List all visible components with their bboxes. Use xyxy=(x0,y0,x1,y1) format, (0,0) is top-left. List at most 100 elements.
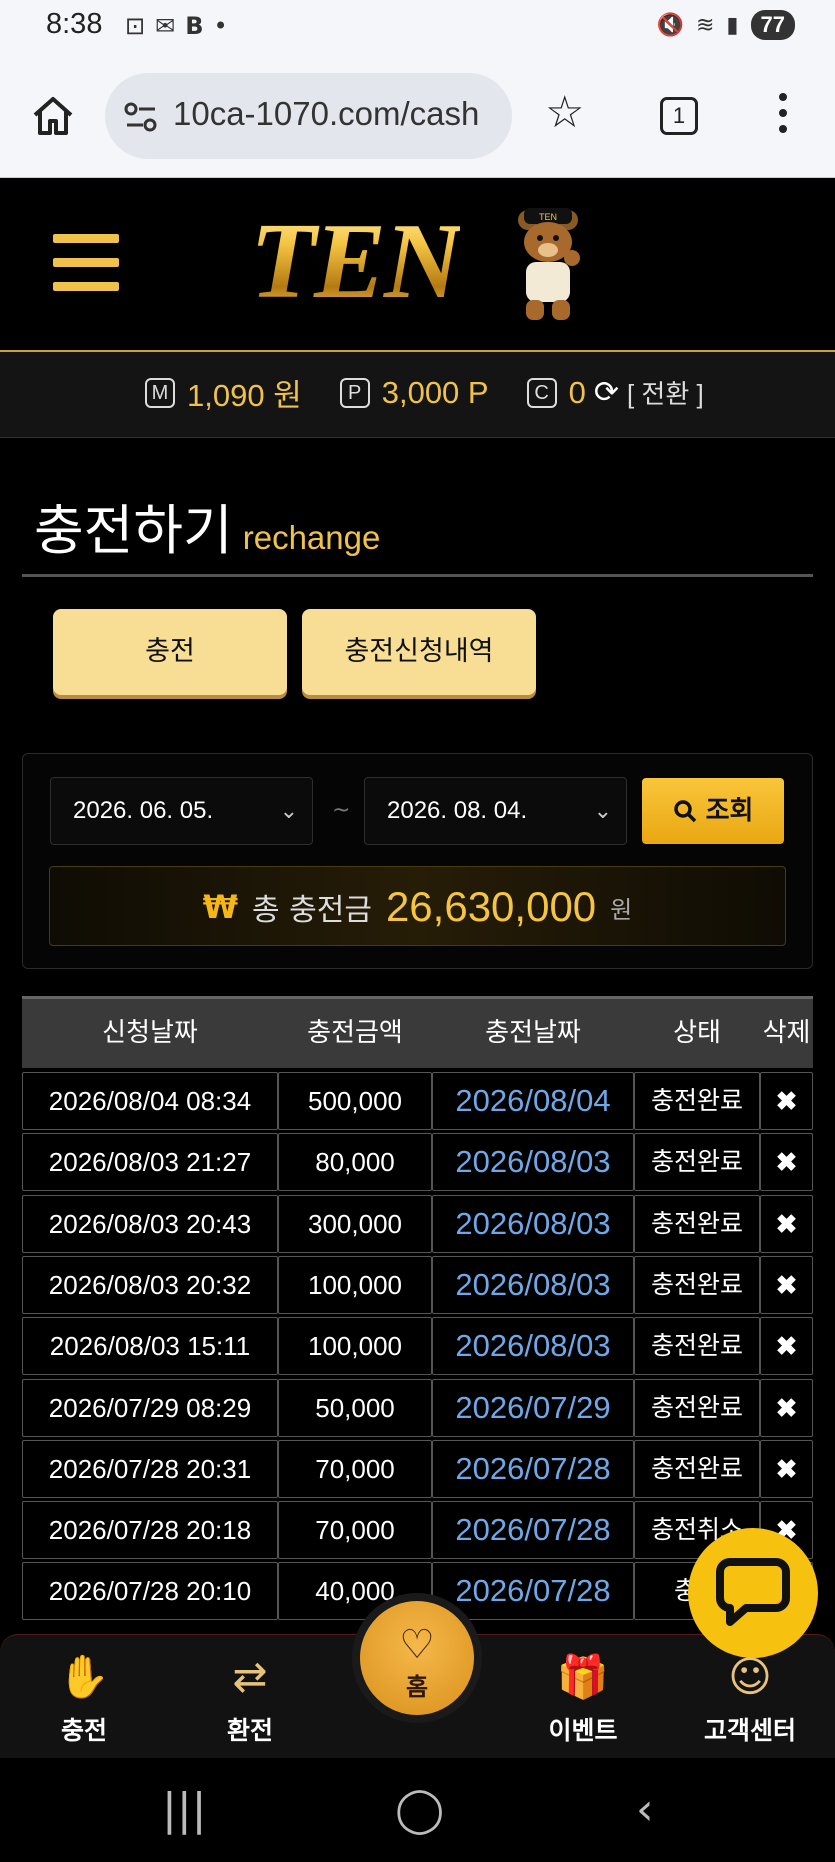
table-row: 2026/07/29 08:29 50,000 2026/07/29 충전완료 ✖ xyxy=(22,1378,813,1440)
header-status: 상태 xyxy=(673,1018,721,1048)
cell-amount: 70,000 xyxy=(278,1501,432,1560)
table-row: 2026/08/03 21:27 80,000 2026/08/03 충전완료 ✖ xyxy=(22,1133,813,1194)
coin-icon: C xyxy=(526,377,557,408)
cell-amount: 70,000 xyxy=(278,1439,432,1498)
search-button[interactable]: 조회 xyxy=(642,778,784,844)
cell-request-date: 2026/07/29 08:29 xyxy=(22,1378,278,1437)
cell-deposit-date[interactable]: 2026/07/29 xyxy=(432,1378,634,1437)
bear-cap-text: TEN xyxy=(539,212,557,222)
mail-icon: ✉ xyxy=(155,12,176,40)
tab-switcher-button[interactable]: 1 xyxy=(660,97,698,135)
title-divider xyxy=(22,574,813,577)
delete-icon[interactable]: ✖ xyxy=(760,1378,813,1437)
back-icon[interactable]: ‹ xyxy=(636,1784,654,1835)
cell-request-date: 2026/08/04 08:34 xyxy=(22,1072,278,1130)
table-row: 2026/08/03 20:32 100,000 2026/08/03 충전완료 ✖ xyxy=(22,1255,813,1317)
cell-request-date: 2026/08/03 15:11 xyxy=(22,1317,278,1376)
chat-support-button[interactable] xyxy=(688,1528,818,1658)
cell-status: 충전완료 xyxy=(634,1317,760,1376)
home-heart-icon: ♡ xyxy=(399,1622,435,1668)
cell-request-date: 2026/07/28 20:10 xyxy=(22,1562,278,1621)
nav-home-button[interactable]: ♡ 홈 xyxy=(352,1593,482,1723)
browser-menu-icon[interactable] xyxy=(770,93,796,139)
cell-deposit-date[interactable]: 2026/08/03 xyxy=(432,1255,634,1314)
nav-support[interactable]: ☺ 고객센터 xyxy=(690,1649,810,1747)
header-amount: 충전금액 xyxy=(307,1018,403,1048)
date-from-select[interactable]: 2026. 06. 05. ⌄ xyxy=(50,777,313,845)
chevron-down-icon: ⌄ xyxy=(279,798,298,823)
cell-amount: 80,000 xyxy=(278,1133,432,1192)
cell-amount: 50,000 xyxy=(278,1378,432,1437)
delete-icon[interactable]: ✖ xyxy=(760,1317,813,1376)
money-balance: 1,090 원 xyxy=(187,378,302,413)
cell-request-date: 2026/08/03 21:27 xyxy=(22,1133,278,1192)
hamburger-menu-icon[interactable] xyxy=(53,234,119,292)
browser-toolbar: 10ca-1070.com/cash ☆ 1 xyxy=(0,55,835,178)
cell-status: 충전완료 xyxy=(634,1439,760,1498)
cell-deposit-date[interactable]: 2026/08/04 xyxy=(432,1072,634,1130)
table-row: 2026/07/28 20:31 70,000 2026/07/28 충전완료 ✖ xyxy=(22,1439,813,1501)
cell-request-date: 2026/08/03 20:43 xyxy=(22,1194,278,1253)
table-row: 2026/08/04 08:34 500,000 2026/08/04 충전완료 ✖ xyxy=(22,1072,813,1133)
cell-status: 충전완료 xyxy=(634,1255,760,1314)
nav-deposit-label: 충전 xyxy=(60,1716,107,1745)
refresh-icon[interactable]: ⟳ xyxy=(594,375,619,410)
cell-status: 충전완료 xyxy=(634,1378,760,1437)
site-settings-icon[interactable] xyxy=(123,99,159,135)
recent-apps-icon[interactable]: ||| xyxy=(162,1784,206,1835)
cell-amount: 500,000 xyxy=(278,1072,432,1130)
tab-deposit-history[interactable]: 충전신청내역 xyxy=(302,609,536,695)
wifi-icon: ≋ xyxy=(695,12,715,38)
won-icon: ₩ xyxy=(202,888,239,926)
filter-panel: 2026. 06. 05. ⌄ ~ 2026. 08. 04. ⌄ 조회 ₩ 총… xyxy=(22,753,813,969)
table-header: 신청날짜 충전금액 충전날짜 상태 삭제 xyxy=(22,996,813,1068)
search-label: 조회 xyxy=(705,796,754,826)
tab-deposit[interactable]: 충전 xyxy=(53,609,287,695)
signal-icon: ▮ xyxy=(726,12,739,38)
delete-icon[interactable]: ✖ xyxy=(760,1255,813,1314)
cell-deposit-date[interactable]: 2026/07/28 xyxy=(432,1501,634,1560)
screenshot-icon: ⊡ xyxy=(125,12,146,40)
cell-request-date: 2026/07/28 20:31 xyxy=(22,1439,278,1498)
app-b-icon: B xyxy=(185,12,204,40)
nav-exchange-label: 환전 xyxy=(226,1716,273,1745)
total-amount: 26,630,000 xyxy=(385,883,597,930)
delete-icon[interactable]: ✖ xyxy=(760,1133,813,1192)
home-circle-icon[interactable]: ◯ xyxy=(395,1784,444,1835)
delete-icon[interactable]: ✖ xyxy=(760,1194,813,1253)
header-request-date: 신청날짜 xyxy=(102,1018,198,1048)
battery-indicator: 77 xyxy=(750,10,795,40)
bookmark-star-icon[interactable]: ☆ xyxy=(545,91,584,135)
nav-support-label: 고객센터 xyxy=(703,1716,796,1745)
nav-deposit[interactable]: ✋ 충전 xyxy=(24,1649,144,1747)
gift-icon: 🎁 xyxy=(556,1652,610,1701)
nav-event-label: 이벤트 xyxy=(548,1716,618,1745)
status-time: 8:38 xyxy=(46,8,103,40)
date-to-select[interactable]: 2026. 08. 04. ⌄ xyxy=(364,777,627,845)
page-title-text: 충전하기 xyxy=(34,499,233,562)
cell-amount: 300,000 xyxy=(278,1194,432,1253)
exchange-icon: ⇄ xyxy=(232,1652,268,1701)
site-logo[interactable]: TEN TEN xyxy=(250,200,590,330)
delete-icon[interactable]: ✖ xyxy=(760,1439,813,1498)
cell-deposit-date[interactable]: 2026/07/28 xyxy=(432,1439,634,1498)
bear-mascot-icon: TEN xyxy=(518,208,580,320)
cell-deposit-date[interactable]: 2026/08/03 xyxy=(432,1194,634,1253)
balance-bar: M 1,090 원 P 3,000 P C 0 ⟳ [ 전환 ] xyxy=(0,352,835,438)
system-icons: 🔇 ≋ ▮ 77 xyxy=(657,10,795,40)
cell-amount: 100,000 xyxy=(278,1317,432,1376)
cell-deposit-date[interactable]: 2026/08/03 xyxy=(432,1133,634,1192)
total-unit: 원 xyxy=(610,895,633,924)
page-title: 충전하기 rechange xyxy=(34,486,380,565)
coin-balance: 0 xyxy=(568,374,586,410)
switch-button[interactable]: [ 전환 ] xyxy=(627,374,704,411)
cell-status: 충전완료 xyxy=(634,1133,760,1192)
delete-icon[interactable]: ✖ xyxy=(760,1072,813,1130)
home-icon[interactable] xyxy=(30,93,76,139)
nav-exchange[interactable]: ⇄ 환전 xyxy=(190,1649,310,1747)
cell-deposit-date[interactable]: 2026/08/03 xyxy=(432,1317,634,1376)
mute-icon: 🔇 xyxy=(656,12,684,38)
nav-event[interactable]: 🎁 이벤트 xyxy=(523,1649,643,1747)
address-bar[interactable]: 10ca-1070.com/cash xyxy=(105,73,512,159)
system-nav-bar: ||| ◯ ‹ xyxy=(0,1758,835,1862)
